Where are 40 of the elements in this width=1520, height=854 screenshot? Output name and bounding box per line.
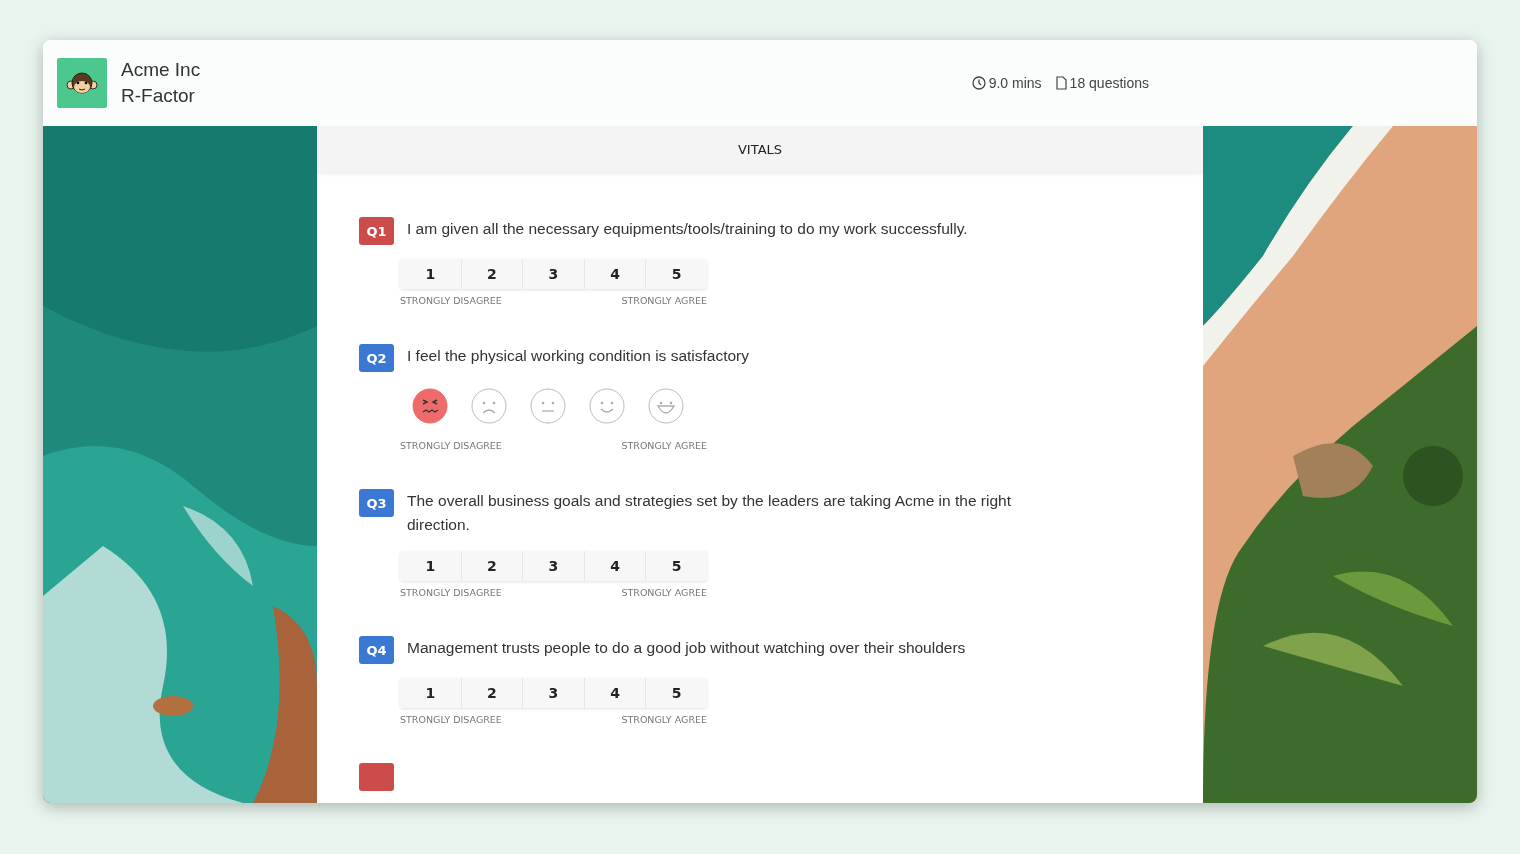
scale-low-label: STRONGLY DISAGREE xyxy=(400,587,502,598)
scale-high-label: STRONGLY AGREE xyxy=(621,440,707,451)
scale-option[interactable]: 3 xyxy=(523,678,585,708)
duration-label: 9.0 mins xyxy=(971,75,1042,91)
question-count: 18 questions xyxy=(1055,75,1149,91)
scale-high-label: STRONGLY AGREE xyxy=(621,295,707,306)
scale-option[interactable]: 3 xyxy=(523,259,585,289)
scale-option[interactable]: 4 xyxy=(584,551,647,581)
scale-option[interactable]: 1 xyxy=(400,678,462,708)
scale-option[interactable]: 4 xyxy=(584,678,647,708)
question-text: I feel the physical working condition is satisfactory xyxy=(407,346,750,366)
question-badge: Q2 xyxy=(359,344,394,372)
scale-option[interactable]: 5 xyxy=(646,259,707,289)
section-title: VITALS xyxy=(737,141,782,157)
scale-low-label: STRONGLY DISAGREE xyxy=(400,295,502,306)
question-badge: Q4 xyxy=(359,636,394,664)
question-text: Management trusts people to do a good job without watching over their shoulders xyxy=(407,638,966,658)
survey-name: R-Factor xyxy=(121,85,196,107)
question-badge: Q1 xyxy=(359,217,394,245)
question-text: I am given all the necessary equipments/tools/training to do my work successfully. xyxy=(407,219,968,239)
monkey-logo xyxy=(57,58,107,108)
question-text: The overall business goals and strategies set by the leaders are taking Acme in the right direction. xyxy=(407,491,1012,535)
scale-option[interactable]: 4 xyxy=(584,259,647,289)
scale-high-label: STRONGLY AGREE xyxy=(621,714,707,725)
scale-option[interactable]: 5 xyxy=(646,551,707,581)
scale-low-label: STRONGLY DISAGREE xyxy=(400,714,502,725)
clock-icon xyxy=(971,76,986,90)
scale-option[interactable]: 3 xyxy=(523,551,585,581)
scale-high-label: STRONGLY AGREE xyxy=(621,587,707,598)
scale-option[interactable]: 1 xyxy=(400,259,462,289)
company-name: Acme Inc xyxy=(121,59,201,81)
scale-option[interactable]: 2 xyxy=(461,551,524,581)
scale-option[interactable]: 1 xyxy=(400,551,462,581)
scale-option[interactable]: 2 xyxy=(461,678,524,708)
document-icon xyxy=(1055,76,1067,90)
scale-low-label: STRONGLY DISAGREE xyxy=(400,440,502,451)
face-option[interactable] xyxy=(412,388,448,424)
scale-option[interactable]: 5 xyxy=(646,678,707,708)
question-badge: Q3 xyxy=(359,489,394,517)
scale-option[interactable]: 2 xyxy=(461,259,524,289)
